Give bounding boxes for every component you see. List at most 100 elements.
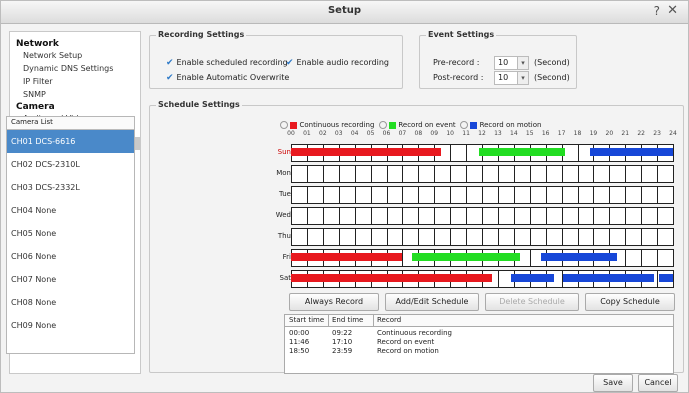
- schedule-hour-cell[interactable]: [338, 186, 356, 204]
- schedule-hour-cell[interactable]: [370, 228, 388, 246]
- schedule-hour-cell[interactable]: [418, 207, 436, 225]
- schedule-day-row[interactable]: [291, 144, 675, 162]
- schedule-hour-cell[interactable]: [434, 207, 452, 225]
- schedule-hour-cell[interactable]: [529, 165, 547, 183]
- schedule-hour-cell[interactable]: [497, 207, 515, 225]
- schedule-hour-cell[interactable]: [545, 228, 563, 246]
- delete-schedule-button[interactable]: Delete Schedule: [485, 293, 579, 311]
- always-record-button[interactable]: Always Record: [289, 293, 379, 311]
- camera-list-item[interactable]: CH07 None: [7, 268, 134, 291]
- schedule-hour-cell[interactable]: [641, 228, 659, 246]
- radio-icon[interactable]: [460, 121, 469, 129]
- schedule-hour-cell[interactable]: [402, 207, 420, 225]
- schedule-hour-cell[interactable]: [561, 165, 579, 183]
- schedule-hour-cell[interactable]: [513, 186, 531, 204]
- add-edit-schedule-button[interactable]: Add/Edit Schedule: [385, 293, 479, 311]
- schedule-hour-cell[interactable]: [466, 228, 484, 246]
- schedule-hour-cell[interactable]: [386, 228, 404, 246]
- schedule-hour-cell[interactable]: [354, 165, 372, 183]
- cancel-button[interactable]: Cancel: [638, 374, 678, 392]
- schedule-hour-cell[interactable]: [450, 165, 468, 183]
- schedule-hour-cell[interactable]: [625, 228, 643, 246]
- schedule-hour-cell[interactable]: [593, 186, 611, 204]
- schedule-hour-cell[interactable]: [418, 165, 436, 183]
- camera-list-item[interactable]: CH04 None: [7, 199, 134, 222]
- schedule-hour-cell[interactable]: [370, 207, 388, 225]
- schedule-hour-cell[interactable]: [657, 228, 675, 246]
- schedule-hour-cell[interactable]: [545, 165, 563, 183]
- schedule-hour-cell[interactable]: [609, 165, 627, 183]
- schedule-hour-cell[interactable]: [450, 228, 468, 246]
- schedule-hour-cell[interactable]: [482, 165, 499, 183]
- schedule-hour-cell[interactable]: [497, 165, 515, 183]
- schedule-hour-cell[interactable]: [657, 186, 675, 204]
- schedule-day-row[interactable]: [291, 186, 675, 204]
- table-row[interactable]: 00:00 09:22 Continuous recording: [285, 329, 673, 338]
- schedule-day-row[interactable]: [291, 207, 675, 225]
- enable-scheduled-recording-checkbox[interactable]: ✔ Enable scheduled recording: [166, 58, 288, 68]
- schedule-day-row[interactable]: [291, 228, 675, 246]
- schedule-hour-cell[interactable]: [402, 228, 420, 246]
- schedule-hour-cell[interactable]: [577, 207, 595, 225]
- camera-list-item[interactable]: CH03 DCS-2332L: [7, 176, 134, 199]
- schedule-hour-cell[interactable]: [291, 228, 308, 246]
- schedule-hour-cell[interactable]: [641, 186, 659, 204]
- schedule-hour-cell[interactable]: [641, 249, 659, 267]
- schedule-hour-cell[interactable]: [354, 186, 372, 204]
- schedule-hour-cell[interactable]: [322, 165, 340, 183]
- schedule-hour-cell[interactable]: [291, 165, 308, 183]
- schedule-hour-cell[interactable]: [466, 186, 484, 204]
- schedule-hour-cell[interactable]: [513, 165, 531, 183]
- schedule-hour-cell[interactable]: [593, 207, 611, 225]
- schedule-hour-cell[interactable]: [306, 186, 324, 204]
- schedule-hour-cell[interactable]: [625, 165, 643, 183]
- schedule-hour-cell[interactable]: [545, 207, 563, 225]
- schedule-hour-cell[interactable]: [370, 165, 388, 183]
- schedule-hour-cell[interactable]: [641, 207, 659, 225]
- help-icon[interactable]: ?: [654, 4, 660, 18]
- table-row[interactable]: 11:46 17:10 Record on event: [285, 338, 673, 347]
- schedule-hour-cell[interactable]: [434, 228, 452, 246]
- schedule-day-row[interactable]: [291, 249, 675, 267]
- schedule-hour-cell[interactable]: [593, 165, 611, 183]
- pre-record-select[interactable]: 10 ▾: [494, 56, 529, 70]
- enable-automatic-overwrite-checkbox[interactable]: ✔ Enable Automatic Overwrite: [166, 73, 289, 83]
- camera-list-item[interactable]: CH09 None: [7, 314, 134, 337]
- schedule-hour-cell[interactable]: [402, 165, 420, 183]
- schedule-hour-cell[interactable]: [482, 186, 499, 204]
- schedule-hour-cell[interactable]: [625, 249, 643, 267]
- schedule-hour-cell[interactable]: [513, 207, 531, 225]
- schedule-hour-cell[interactable]: [306, 228, 324, 246]
- schedule-hour-cell[interactable]: [482, 228, 499, 246]
- save-button[interactable]: Save: [593, 374, 633, 392]
- schedule-hour-cell[interactable]: [450, 144, 468, 162]
- schedule-hour-cell[interactable]: [577, 165, 595, 183]
- schedule-hour-cell[interactable]: [609, 186, 627, 204]
- schedule-hour-cell[interactable]: [497, 228, 515, 246]
- schedule-hour-cell[interactable]: [577, 228, 595, 246]
- camera-list-item[interactable]: CH02 DCS-2310L: [7, 153, 134, 176]
- copy-schedule-button[interactable]: Copy Schedule: [585, 293, 675, 311]
- sidebar-item[interactable]: IP Filter: [10, 76, 140, 89]
- schedule-hour-cell[interactable]: [322, 186, 340, 204]
- schedule-hour-cell[interactable]: [386, 165, 404, 183]
- camera-list-item[interactable]: CH08 None: [7, 291, 134, 314]
- post-record-select[interactable]: 10 ▾: [494, 71, 529, 85]
- schedule-hour-cell[interactable]: [386, 207, 404, 225]
- schedule-hour-cell[interactable]: [529, 207, 547, 225]
- camera-list-item[interactable]: CH06 None: [7, 245, 134, 268]
- schedule-hour-cell[interactable]: [306, 207, 324, 225]
- schedule-hour-cell[interactable]: [434, 186, 452, 204]
- schedule-hour-cell[interactable]: [625, 186, 643, 204]
- schedule-hour-cell[interactable]: [450, 207, 468, 225]
- schedule-hour-cell[interactable]: [466, 207, 484, 225]
- close-icon[interactable]: ✕: [667, 3, 678, 18]
- radio-icon[interactable]: [280, 121, 288, 129]
- schedule-hour-cell[interactable]: [609, 207, 627, 225]
- enable-audio-recording-checkbox[interactable]: ✔ Enable audio recording: [286, 58, 389, 68]
- schedule-hour-cell[interactable]: [291, 186, 308, 204]
- schedule-hour-cell[interactable]: [657, 165, 675, 183]
- schedule-hour-cell[interactable]: [561, 207, 579, 225]
- schedule-hour-cell[interactable]: [625, 207, 643, 225]
- schedule-hour-cell[interactable]: [306, 165, 324, 183]
